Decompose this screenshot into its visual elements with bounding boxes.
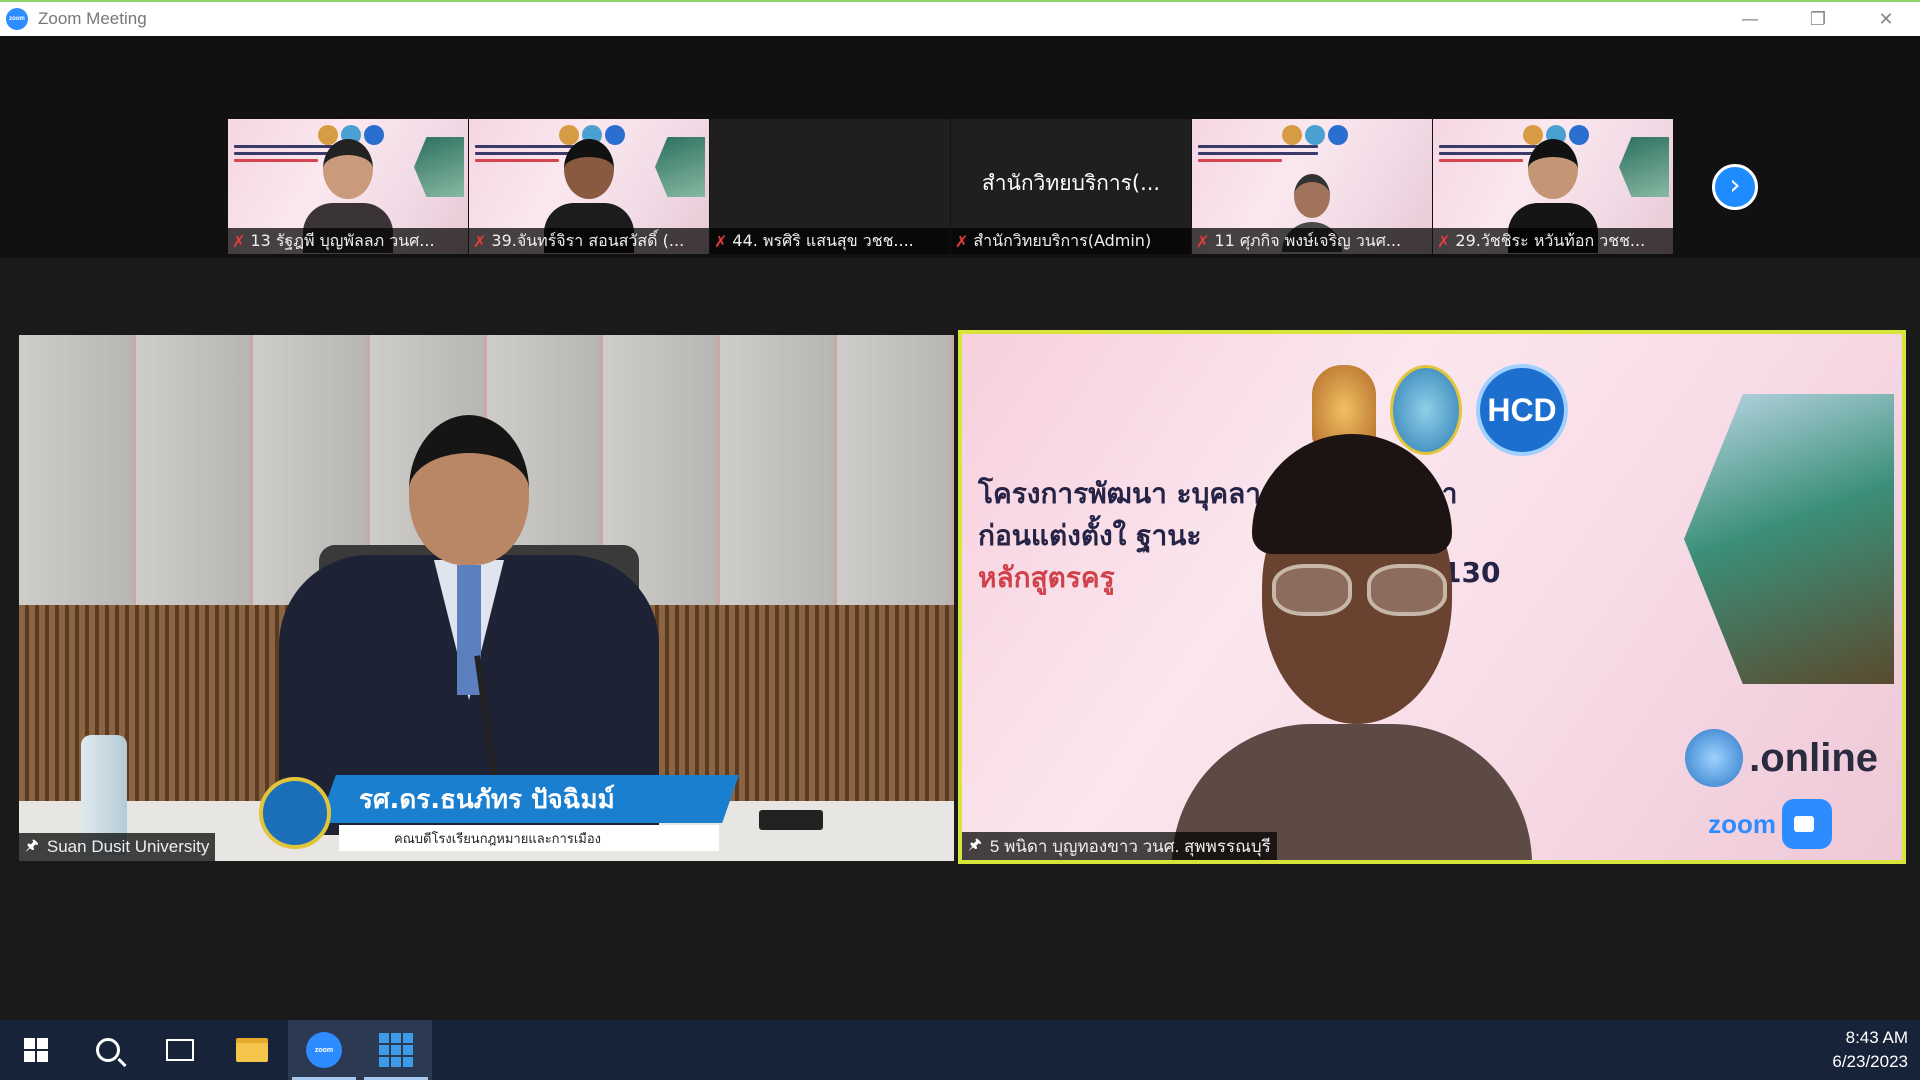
mic-muted-icon: ✗ xyxy=(473,231,487,251)
start-button[interactable] xyxy=(0,1020,72,1080)
participant-name: 44. พรศิริ แสนสุข วชช.... xyxy=(732,230,914,250)
online-branding: .online xyxy=(1685,729,1878,787)
participant-thumbnail[interactable]: สำนักวิทยบริการ(... ✗ สำนักวิทยบริการ(Ad… xyxy=(951,119,1191,254)
pin-icon: 🖈 xyxy=(25,836,39,854)
participant-thumbnail[interactable]: ✗ 13 รัฐฎพี บุญพัลลภ วนศ... xyxy=(228,119,468,254)
participant-center-name: สำนักวิทยบริการ(... xyxy=(981,171,1161,195)
participant-thumbnail[interactable]: ✗ 44. พรศิริ แสนสุข วชช.... xyxy=(710,119,950,254)
video-tile-left[interactable]: รศ.ดร.ธนภัทร ปัจฉิมม์ คณบดีโรงเรียนกฎหมา… xyxy=(19,335,954,861)
task-view-icon xyxy=(166,1039,194,1061)
app-taskbar-button[interactable] xyxy=(360,1020,432,1080)
chevron-right-icon: › xyxy=(1729,168,1741,201)
app-grid-icon xyxy=(379,1033,413,1067)
file-explorer-button[interactable] xyxy=(216,1020,288,1080)
clock-date: 6/23/2023 xyxy=(1832,1052,1908,1071)
title-bar: zoom Zoom Meeting — ❐ ✕ xyxy=(0,0,1920,36)
zoom-app-icon: zoom xyxy=(306,1032,342,1068)
lower-third-caption: รศ.ดร.ธนภัทร ปัจฉิมม์ คณบดีโรงเรียนกฎหมา… xyxy=(259,775,739,861)
zoom-logo-icon: zoom xyxy=(6,8,28,30)
window-controls: — ❐ ✕ xyxy=(1716,2,1920,36)
taskbar-clock[interactable]: 8:43 AM 6/23/2023 xyxy=(1832,1026,1908,1074)
window-title: Zoom Meeting xyxy=(38,9,147,28)
participant-thumbnail[interactable]: ✗ 39.จันทร์จิรา สอนสวัสดิ์ (... xyxy=(469,119,709,254)
university-seal-icon xyxy=(259,777,331,849)
clock-time: 8:43 AM xyxy=(1845,1028,1908,1047)
speaker-name: รศ.ดร.ธนภัทร ปัจฉิมม์ xyxy=(359,784,615,815)
zoom-branding: zoom xyxy=(1708,799,1832,849)
participant-name: 29.วัชชิระ หวันท้อก วชช... xyxy=(1455,230,1646,250)
close-button[interactable]: ✕ xyxy=(1852,2,1920,36)
video-tile-right-active-speaker[interactable]: HCD โครงการพัฒนา ะบุคลากรทางการศึกษา ก่อ… xyxy=(958,330,1906,864)
search-icon xyxy=(96,1038,120,1062)
task-view-button[interactable] xyxy=(144,1020,216,1080)
zoom-taskbar-button[interactable]: zoom xyxy=(288,1020,360,1080)
slide-title-line3: หลักสูตรครู xyxy=(978,561,1115,594)
restore-button[interactable]: ❐ xyxy=(1784,2,1852,36)
zoom-camera-icon xyxy=(1782,799,1832,849)
meeting-area: ✗ 13 รัฐฎพี บุญพัลลภ วนศ... ✗ 39.จันทร์จ… xyxy=(0,36,1920,1020)
next-page-button[interactable]: › xyxy=(1712,164,1758,210)
participant-thumbnail[interactable]: ✗ 11 ศุภกิจ พงษ์เจริญ วนศ... xyxy=(1192,119,1432,254)
windows-taskbar: zoom 8:43 AM 6/23/2023 xyxy=(0,1020,1920,1080)
participant-name: 11 ศุภกิจ พงษ์เจริญ วนศ... xyxy=(1214,230,1402,250)
mic-muted-icon: ✗ xyxy=(232,231,246,251)
slide-building-image xyxy=(1684,394,1894,684)
mic-muted-icon: ✗ xyxy=(955,231,969,251)
globe-icon xyxy=(1685,729,1744,787)
mic-muted-icon: ✗ xyxy=(1437,231,1451,251)
mic-muted-icon: ✗ xyxy=(714,231,728,251)
tile-name-label: 🖈 5 พนิดา บุญทองขาว วนศ. สุพพรรณบุรี xyxy=(962,832,1277,860)
windows-start-icon xyxy=(24,1038,48,1062)
participant-name: สำนักวิทยบริการ(Admin) xyxy=(973,230,1152,250)
pin-icon: 🖈 xyxy=(968,835,982,853)
participant-thumbnails: ✗ 13 รัฐฎพี บุญพัลลภ วนศ... ✗ 39.จันทร์จ… xyxy=(228,119,1673,254)
participant-name: 39.จันทร์จิรา สอนสวัสดิ์ (... xyxy=(491,230,685,250)
mic-muted-icon: ✗ xyxy=(1196,231,1210,251)
tile-name-label: 🖈 Suan Dusit University xyxy=(19,833,216,861)
speaker-video xyxy=(259,415,689,835)
participant-video xyxy=(1132,434,1552,860)
folder-icon xyxy=(236,1038,268,1062)
minimize-button[interactable]: — xyxy=(1716,2,1784,36)
participant-name: 13 รัฐฎพี บุญพัลลภ วนศ... xyxy=(250,230,435,250)
search-button[interactable] xyxy=(72,1020,144,1080)
participant-thumbnail[interactable]: ✗ 29.วัชชิระ หวันท้อก วชช... xyxy=(1433,119,1673,254)
speaker-title: คณบดีโรงเรียนกฎหมายและการเมือง xyxy=(339,825,719,851)
